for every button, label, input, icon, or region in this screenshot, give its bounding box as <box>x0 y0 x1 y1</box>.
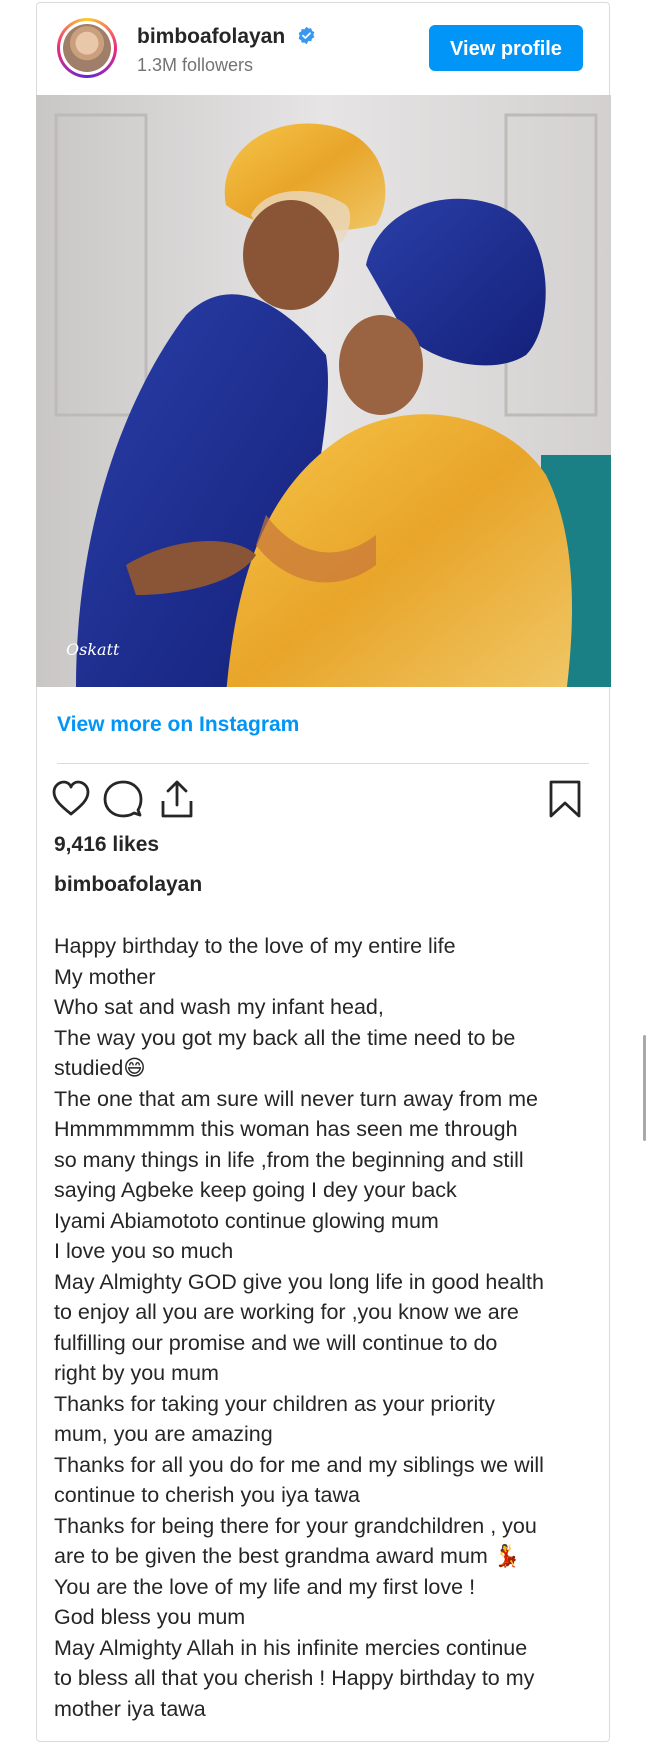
caption-line: mum, you are amazing <box>54 1422 273 1446</box>
caption-line: are to be given the best grandma award m… <box>54 1544 521 1568</box>
username[interactable]: bimboafolayan <box>137 25 285 48</box>
caption-line: studied😄 <box>54 1056 146 1080</box>
caption-line: to bless all that you cherish ! Happy bi… <box>54 1666 535 1690</box>
view-profile-button[interactable]: View profile <box>429 25 583 71</box>
divider <box>57 763 589 764</box>
caption-line: The one that am sure will never turn awa… <box>54 1086 538 1111</box>
post-header: bimboafolayan 1.3M followers View profil… <box>37 3 609 93</box>
caption-line: Hmmmmmmm this woman has seen me through <box>54 1117 518 1141</box>
caption-line: saying Agbeke keep going I dey your back <box>54 1178 457 1202</box>
caption-line: to enjoy all you are working for ,you kn… <box>54 1300 519 1324</box>
caption-line: Thanks for being there for your grandchi… <box>54 1513 537 1538</box>
caption-line: fulfilling our promise and we will conti… <box>54 1330 498 1355</box>
follower-count: 1.3M followers <box>137 55 254 75</box>
heart-icon[interactable] <box>51 779 91 819</box>
caption-line: May Almighty GOD give you long life in g… <box>54 1269 544 1294</box>
post-photo[interactable]: Oskatt <box>36 95 611 687</box>
caption-line: continue to cherish you iya tawa <box>54 1483 360 1507</box>
instagram-embed-card: bimboafolayan 1.3M followers View profil… <box>36 2 611 1742</box>
caption-line: Iyami Abiamototo continue glowing mum <box>54 1208 439 1233</box>
verified-badge-icon <box>298 26 315 45</box>
bookmark-icon[interactable] <box>545 779 585 819</box>
post-photo-illustration: Oskatt <box>36 95 611 687</box>
caption-line: Happy birthday to the love of my entire … <box>54 934 456 958</box>
caption-line: The way you got my back all the time nee… <box>54 1025 516 1050</box>
caption-line: May Almighty Allah in his infinite merci… <box>54 1635 528 1660</box>
avatar-image <box>63 24 111 72</box>
caption-line: right by you mum <box>54 1361 219 1385</box>
caption-line: Thanks for all you do for me and my sibl… <box>54 1452 544 1477</box>
caption-username[interactable]: bimboafolayan <box>54 873 202 897</box>
photo-watermark: Oskatt <box>66 640 120 659</box>
caption-line: You are the love of my life and my first… <box>54 1574 476 1599</box>
comment-icon[interactable] <box>103 779 143 819</box>
username-row[interactable]: bimboafolayan <box>137 25 316 49</box>
avatar[interactable] <box>57 18 117 78</box>
caption-line: mother iya tawa <box>54 1696 206 1721</box>
scrollbar[interactable] <box>643 1035 646 1141</box>
share-icon[interactable] <box>157 779 197 819</box>
caption-line: My mother <box>54 964 156 989</box>
like-count[interactable]: 9,416 likes <box>54 833 159 857</box>
caption-text: Happy birthday to the love of my entire … <box>54 931 599 1724</box>
caption-line: Who sat and wash my infant head, <box>54 995 384 1019</box>
caption-line: so many things in life ,from the beginni… <box>54 1147 524 1172</box>
caption-line: God bless you mum <box>54 1605 246 1629</box>
caption-line: Thanks for taking your children as your … <box>54 1391 495 1416</box>
view-more-link[interactable]: View more on Instagram <box>57 713 299 737</box>
caption-line: I love you so much <box>54 1239 234 1263</box>
